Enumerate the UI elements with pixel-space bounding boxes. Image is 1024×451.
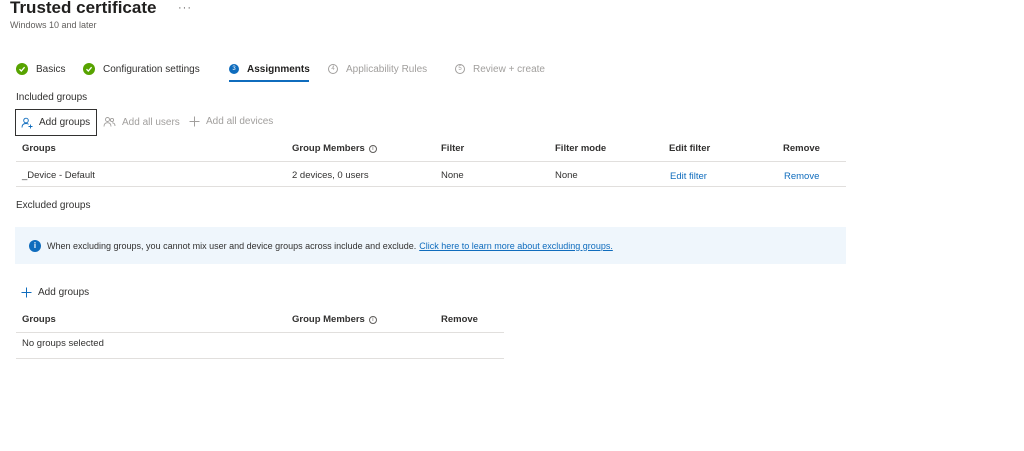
column-header-label: Group Members [292,314,365,325]
step-label: Applicability Rules [346,63,428,75]
add-all-devices-label: Add all devices [206,116,274,127]
filter-mode-value: None [555,170,578,181]
more-options-button[interactable]: ··· [178,2,192,14]
step-number-icon: 3 [229,64,239,74]
edit-filter-link[interactable]: Edit filter [670,171,707,182]
add-excluded-groups-button[interactable]: Add groups [21,287,89,298]
remove-link[interactable]: Remove [784,171,819,182]
step-label: Configuration settings [103,63,200,75]
step-label: Review + create [473,63,545,75]
filter-value: None [441,170,464,181]
info-banner: i When excluding groups, you cannot mix … [15,227,846,264]
page-subtitle: Windows 10 and later [10,20,97,30]
group-name: _Device - Default [22,170,95,181]
step-label: Assignments [247,63,310,75]
add-all-devices-button[interactable]: Add all devices [189,116,273,127]
column-header-groups: Groups [22,314,56,325]
add-all-users-button[interactable]: Add all users [103,116,180,128]
info-icon[interactable]: i [368,315,377,324]
add-groups-label: Add groups [39,117,91,128]
divider [16,332,504,333]
info-banner-text: When excluding groups, you cannot mix us… [47,240,417,251]
step-configuration-settings[interactable]: Configuration settings [83,61,200,77]
column-header-groups: Groups [22,143,56,154]
included-groups-heading: Included groups [16,92,88,103]
step-applicability-rules[interactable]: 4 Applicability Rules [328,61,427,77]
step-review-create[interactable]: 5 Review + create [455,61,545,77]
checkmark-circle-icon [83,63,95,75]
add-all-users-label: Add all users [122,116,180,128]
column-header-remove: Remove [441,314,478,325]
divider [16,186,846,187]
group-members: 2 devices, 0 users [292,170,369,181]
step-basics[interactable]: Basics [16,61,65,77]
page-title: Trusted certificate [10,0,157,17]
divider [16,358,504,359]
active-step-indicator [229,80,309,82]
divider [16,161,846,162]
info-icon[interactable]: i [368,144,377,153]
empty-state-text: No groups selected [22,338,104,349]
people-icon [103,117,116,127]
column-header-group-members: Group Members i [292,314,377,325]
step-label: Basics [36,63,66,75]
column-header-label: Group Members [292,143,365,154]
column-header-edit-filter: Edit filter [669,143,711,154]
step-number-icon: 5 [455,64,465,74]
step-assignments[interactable]: 3 Assignments [229,61,310,77]
column-header-filter-mode: Filter mode [555,143,607,154]
person-add-icon [21,117,33,128]
info-icon: i [29,239,41,252]
add-groups-label: Add groups [38,287,90,298]
plus-icon [189,116,200,127]
plus-icon [21,287,32,298]
excluded-groups-heading: Excluded groups [16,200,91,211]
step-number-icon: 4 [328,64,338,74]
column-header-group-members: Group Members i [292,143,377,154]
column-header-filter: Filter [441,143,465,154]
add-groups-button[interactable]: Add groups [15,109,98,136]
column-header-remove: Remove [783,143,820,154]
checkmark-circle-icon [16,63,28,75]
learn-more-link[interactable]: Click here to learn more about excluding… [419,241,613,251]
